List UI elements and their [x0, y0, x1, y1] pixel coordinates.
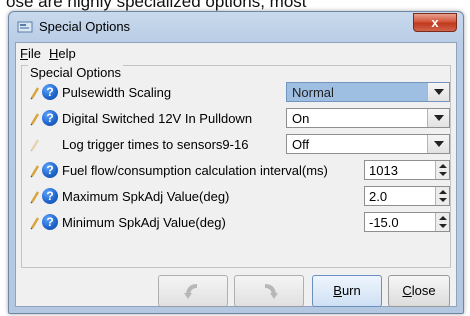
- window-title: Special Options: [39, 19, 131, 34]
- fuel-flow-interval-spinner[interactable]: 1013: [364, 160, 450, 180]
- pencil-icon: [30, 165, 40, 178]
- spin-up-icon[interactable]: [439, 190, 447, 194]
- help-icon[interactable]: ?: [42, 84, 58, 100]
- help-icon[interactable]: ?: [42, 188, 58, 204]
- spin-up-icon[interactable]: [439, 216, 447, 220]
- select-value: Normal: [292, 85, 334, 100]
- spinner-value[interactable]: -15.0: [369, 215, 399, 230]
- menu-file-mnemonic: F: [20, 46, 28, 61]
- burn-label: urn: [341, 283, 361, 298]
- pencil-icon: [30, 191, 40, 204]
- menu-help[interactable]: Help: [49, 46, 76, 61]
- setting-label: Maximum SpkAdj Value(deg): [62, 189, 230, 204]
- menu-help-label: elp: [58, 46, 76, 61]
- help-icon[interactable]: ?: [42, 162, 58, 178]
- help-icon[interactable]: ?: [42, 110, 58, 126]
- close-button[interactable]: Close: [388, 275, 450, 307]
- setting-row-min-spkadj: ? Minimum SpkAdj Value(deg) -15.0: [22, 212, 450, 234]
- setting-label: Pulsewidth Scaling: [62, 85, 172, 100]
- pulsewidth-scaling-select[interactable]: Normal: [286, 82, 450, 102]
- menu-file[interactable]: File: [20, 46, 41, 61]
- dialog-client: File Help Special Options ? Pulsewidth S…: [15, 42, 457, 307]
- menu-bar: File Help: [16, 43, 456, 63]
- dialog-window: Special Options x File Help Special Opti…: [8, 11, 464, 314]
- setting-label: Log trigger times to sensors9-16: [62, 137, 249, 152]
- close-mnemonic: C: [402, 283, 412, 298]
- chevron-down-icon[interactable]: [427, 135, 449, 153]
- setting-row-digital-switched-12v: ? Digital Switched 12V In Pulldown On: [22, 108, 450, 130]
- spin-up-icon[interactable]: [439, 164, 447, 168]
- setting-row-log-trigger-times: Log trigger times to sensors9-16 Off: [22, 134, 450, 156]
- pencil-icon: [30, 217, 40, 230]
- setting-label: Fuel flow/consumption calculation interv…: [62, 163, 328, 178]
- setting-label: Digital Switched 12V In Pulldown: [62, 111, 253, 126]
- spin-down-icon[interactable]: [439, 224, 447, 228]
- redo-icon: [264, 284, 278, 299]
- select-value: On: [292, 111, 310, 126]
- setting-row-fuel-flow-interval: ? Fuel flow/consumption calculation inte…: [22, 160, 450, 182]
- app-icon: [17, 21, 33, 33]
- spinner-buttons[interactable]: [435, 213, 449, 231]
- menu-file-label: ile: [27, 46, 41, 61]
- setting-label: Minimum SpkAdj Value(deg): [62, 215, 226, 230]
- menu-help-mnemonic: H: [49, 46, 59, 61]
- setting-row-max-spkadj: ? Maximum SpkAdj Value(deg) 2.0: [22, 186, 450, 208]
- undo-icon: [184, 284, 198, 299]
- window-close-button[interactable]: x: [413, 13, 457, 32]
- spin-down-icon[interactable]: [439, 198, 447, 202]
- spinner-buttons[interactable]: [435, 161, 449, 179]
- close-label: lose: [411, 283, 436, 298]
- title-bar[interactable]: Special Options x: [9, 12, 463, 42]
- spin-down-icon[interactable]: [439, 172, 447, 176]
- undo-button[interactable]: [158, 275, 228, 307]
- setting-row-pulsewidth-scaling: ? Pulsewidth Scaling Normal: [22, 82, 450, 104]
- burn-button[interactable]: Burn: [312, 275, 382, 307]
- pencil-icon: [30, 113, 40, 126]
- chevron-down-icon[interactable]: [427, 109, 449, 127]
- log-trigger-times-select[interactable]: Off: [286, 134, 450, 154]
- burn-mnemonic: B: [333, 283, 342, 298]
- spinner-value[interactable]: 2.0: [369, 189, 387, 204]
- dialog-footer: Burn Close: [16, 271, 456, 307]
- min-spkadj-spinner[interactable]: -15.0: [364, 212, 450, 232]
- spinner-buttons[interactable]: [435, 187, 449, 205]
- redo-button[interactable]: [234, 275, 304, 307]
- spinner-value[interactable]: 1013: [369, 163, 398, 178]
- group-title: Special Options: [28, 65, 124, 80]
- special-options-group: Special Options ? Pulsewidth Scaling Nor…: [21, 65, 451, 268]
- pencil-icon: [30, 139, 40, 152]
- select-value: Off: [292, 137, 310, 152]
- digital-switched-12v-select[interactable]: On: [286, 108, 450, 128]
- chevron-down-icon[interactable]: [427, 83, 449, 101]
- help-icon[interactable]: ?: [42, 214, 58, 230]
- pencil-icon: [30, 87, 40, 100]
- max-spkadj-spinner[interactable]: 2.0: [364, 186, 450, 206]
